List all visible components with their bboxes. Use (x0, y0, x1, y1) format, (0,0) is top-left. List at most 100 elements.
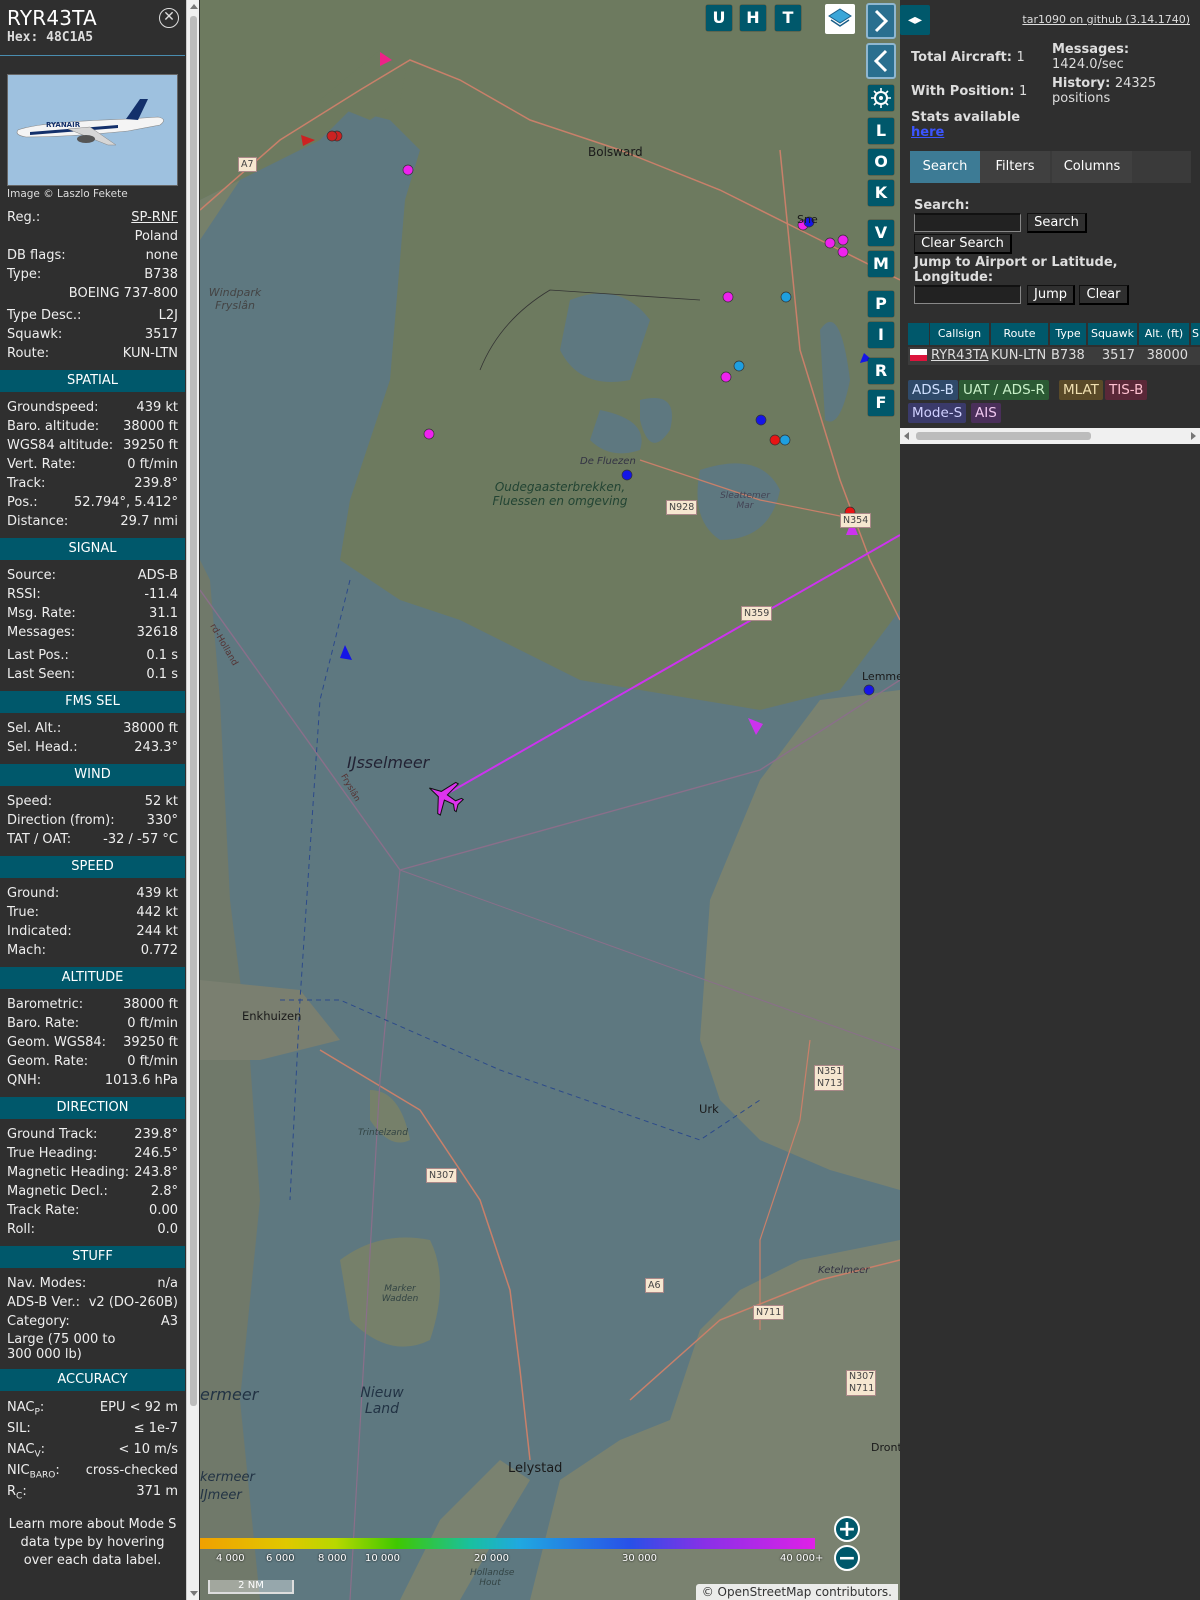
scroll-up-icon[interactable] (190, 4, 198, 9)
collapse-sidebar-button[interactable] (866, 43, 896, 79)
layers-icon (828, 8, 852, 27)
messages-stat: Messages: 1424.0/sec (1052, 42, 1192, 72)
zoom-in-button[interactable]: + (834, 1516, 860, 1542)
info-row: Category: A3 (0, 1312, 185, 1331)
accuracy-row: NACV: < 10 m/s (0, 1439, 185, 1460)
tab-search[interactable]: Search (910, 151, 980, 183)
clear-button[interactable]: Clear (1079, 285, 1129, 305)
source-badge: Mode-S (908, 403, 967, 423)
info-row: Geom. WGS84: 39250 ft (0, 1033, 185, 1052)
info-row-label: Source: (7, 568, 57, 583)
selected-hex: Hex: 48C1A5 (7, 30, 94, 45)
info-row-label: Geom. Rate: (7, 1054, 89, 1069)
jump-button[interactable]: Jump (1027, 285, 1075, 305)
column-header-type[interactable]: Type (1050, 323, 1086, 345)
info-row: Messages: 32618 (0, 623, 185, 642)
column-header-flag[interactable] (908, 323, 929, 345)
toggle-m-button[interactable]: M (868, 251, 894, 277)
scrollbar-thumb[interactable] (190, 16, 197, 1406)
search-label: Search: (914, 198, 970, 213)
scrollbar-thumb[interactable] (916, 432, 1091, 440)
toggle-v-button[interactable]: V (868, 220, 894, 246)
section-fms-sel: FMS SEL (0, 691, 185, 713)
aircraft-photo[interactable]: RYANAIR (7, 74, 178, 186)
scroll-right-icon[interactable] (1191, 432, 1196, 440)
toggle-i-button[interactable]: I (868, 322, 894, 348)
source-badge: AIS (971, 403, 1001, 423)
jump-input[interactable] (914, 285, 1021, 304)
info-row-value: 239.8° (134, 476, 178, 491)
column-header-callsign[interactable]: Callsign (930, 323, 989, 345)
clear-search-button[interactable]: Clear Search (914, 234, 1012, 254)
column-header-altitude[interactable]: Alt. (ft) (1139, 323, 1189, 345)
search-input[interactable] (914, 213, 1021, 232)
tab-filters[interactable]: Filters (980, 151, 1050, 183)
map-canvas[interactable] (200, 0, 900, 1600)
column-header-route[interactable]: Route (991, 323, 1048, 345)
expand-sidebar-button[interactable] (866, 3, 896, 39)
toggle-o-button[interactable]: O (868, 149, 894, 175)
registration-link[interactable]: SP-RNF (131, 208, 178, 227)
info-row: Baro. Rate: 0 ft/min (0, 1014, 185, 1033)
close-icon[interactable]: ✕ (159, 8, 179, 28)
info-row-label: Msg. Rate: (7, 606, 76, 621)
toggle-r-button[interactable]: R (868, 358, 894, 384)
scroll-down-icon[interactable] (190, 1591, 198, 1596)
road-shield: N307 (426, 1168, 458, 1183)
poland-flag-icon (910, 349, 927, 361)
toggle-t-button[interactable]: T (775, 5, 801, 31)
toggle-k-button[interactable]: K (868, 180, 894, 206)
layers-button[interactable] (825, 4, 855, 34)
source-badge: UAT / ADS-R (959, 380, 1049, 400)
section-wind: WIND (0, 764, 185, 786)
info-row-value: 0 ft/min (127, 1016, 178, 1031)
source-badge: TIS-B (1105, 380, 1148, 400)
toggle-u-button[interactable]: U (706, 5, 732, 31)
place-label: Ketelmeer (818, 1265, 870, 1276)
toggle-p-button[interactable]: P (868, 291, 894, 317)
map-attribution[interactable]: © OpenStreetMap contributors. (695, 1584, 898, 1600)
toggle-l-button[interactable]: L (868, 118, 894, 144)
stats-link[interactable]: here (911, 125, 944, 140)
reg-label: Reg.: (7, 210, 41, 225)
zoom-out-button[interactable]: − (834, 1545, 860, 1571)
info-row-label: Groundspeed: (7, 400, 99, 415)
table-horizontal-scrollbar[interactable] (900, 428, 1200, 444)
toggle-h-button[interactable]: H (740, 5, 766, 31)
search-button[interactable]: Search (1027, 213, 1087, 233)
column-header-squawk[interactable]: Squawk (1088, 323, 1137, 345)
place-label: IJsselmeer (347, 753, 430, 772)
place-label: ermeer (200, 1385, 259, 1404)
column-header-speed[interactable]: S (1191, 323, 1200, 345)
altitude-color-legend (200, 1538, 815, 1549)
info-row: Source: ADS-B (0, 566, 185, 585)
section-accuracy: ACCURACY (0, 1369, 185, 1391)
tab-columns[interactable]: Columns (1052, 151, 1132, 183)
github-link[interactable]: tar1090 on github (3.14.1740) (1022, 13, 1190, 26)
accuracy-label-end: : (40, 1442, 46, 1457)
accuracy-value: ≤ 1e-7 (133, 1421, 178, 1436)
split-toggle-button[interactable]: ◂▸ (900, 5, 930, 35)
typedesc-label: Type Desc.: (7, 308, 82, 323)
aircraft-info-panel: RYR43TA Hex: 48C1A5 ✕ RYANAIR Image © La… (0, 0, 185, 1600)
airplane-photo-image: RYANAIR (8, 75, 177, 185)
row-callsign[interactable]: RYR43TA (931, 347, 989, 365)
squawk-value: 3517 (144, 327, 178, 342)
info-row-value: 243.3° (134, 740, 178, 755)
toggle-f-button[interactable]: F (868, 390, 894, 416)
info-row: Msg. Rate: 31.1 (0, 604, 185, 623)
jump-label: Jump to Airport or Latitude, Longitude: (914, 255, 1118, 285)
map-view[interactable]: Bolsward Windpark Fryslân Oudegaasterbre… (200, 0, 900, 1600)
info-row-label: Sel. Head.: (7, 740, 78, 755)
info-row: Track Rate: 0.00 (0, 1201, 185, 1220)
info-row-value: 439 kt (136, 400, 178, 415)
scroll-left-icon[interactable] (904, 432, 909, 440)
info-panel-scrollbar[interactable] (186, 0, 199, 1600)
settings-button[interactable] (868, 85, 894, 111)
info-row: Speed: 52 kt (0, 792, 185, 811)
accuracy-row: RC: 371 m (0, 1481, 185, 1502)
info-row-value: -11.4 (144, 587, 178, 602)
info-row-value: 442 kt (136, 905, 178, 920)
info-row-label: QNH: (7, 1073, 42, 1088)
info-row: Ground: 439 kt (0, 884, 185, 903)
